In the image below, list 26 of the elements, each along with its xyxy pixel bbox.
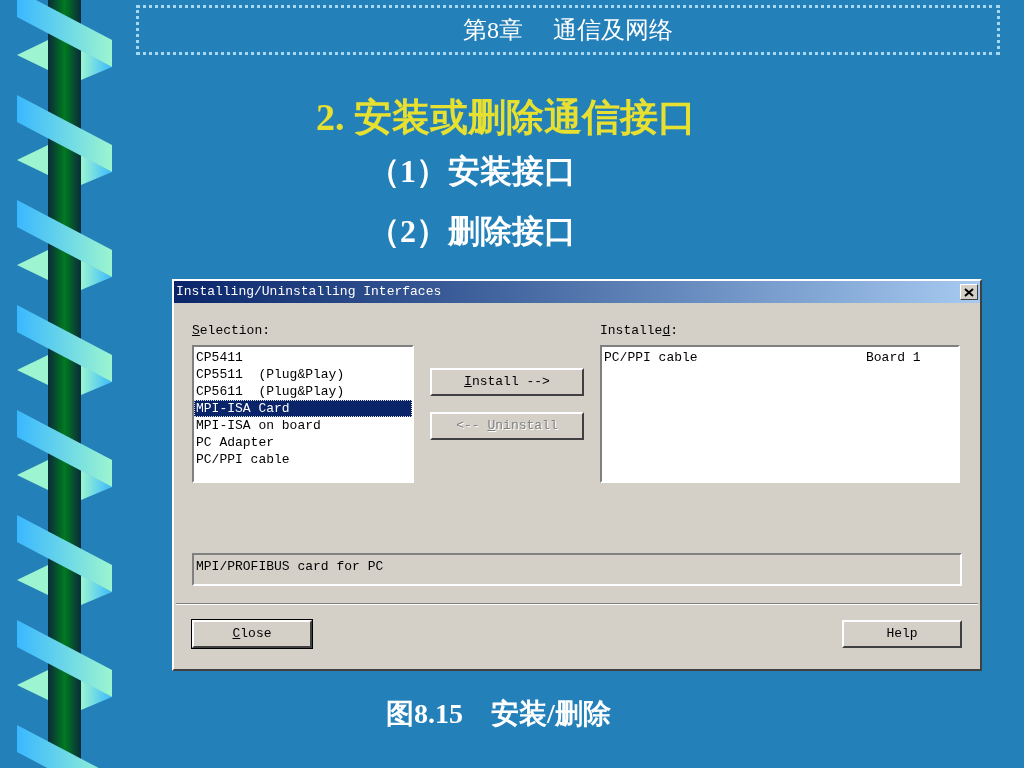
- list-item[interactable]: CP5611 (Plug&Play): [194, 383, 412, 400]
- dialog-button: <-- Uninstall: [430, 412, 584, 440]
- slide-list-item: （2）删除接口: [368, 212, 576, 251]
- slide-heading: 2. 安装或删除通信接口: [316, 95, 696, 140]
- board-label: Board 1: [866, 349, 921, 366]
- chapter-title: 通信及网络: [553, 16, 673, 45]
- dialog-button[interactable]: Close: [192, 620, 312, 648]
- dialog-button[interactable]: Help: [842, 620, 962, 648]
- list-item[interactable]: CP5511 (Plug&Play): [194, 366, 412, 383]
- dialog-button[interactable]: Install -->: [430, 368, 584, 396]
- description-field: MPI/PROFIBUS card for PC: [192, 553, 962, 586]
- list-item[interactable]: PC Adapter: [194, 434, 412, 451]
- close-icon[interactable]: [960, 284, 978, 300]
- list-item[interactable]: PC/PPI cable: [194, 451, 412, 468]
- list-item[interactable]: CP5411: [194, 349, 412, 366]
- figure-caption: 图8.15 安装/删除: [386, 697, 611, 731]
- installed-label: Installed:: [600, 323, 679, 339]
- selection-label: Selection:: [192, 323, 271, 339]
- slide-list-item: （1）安装接口: [368, 152, 576, 191]
- window-title: Installing/Uninstalling Interfaces: [176, 283, 442, 302]
- list-item[interactable]: PC/PPI cable: [604, 349, 866, 366]
- chapter-number: 第8章: [463, 16, 523, 45]
- list-item[interactable]: MPI-ISA Card: [194, 400, 412, 417]
- list-item[interactable]: MPI-ISA on board: [194, 417, 412, 434]
- selection-list[interactable]: CP5411 CP5511 (Plug&Play) CP5611 (Plug&Play) MPI-ISA Card MPI-ISA on board PC Adapter PC/PPI cable: [192, 345, 414, 483]
- installed-list[interactable]: PC/PPI cable Board 1: [600, 345, 960, 483]
